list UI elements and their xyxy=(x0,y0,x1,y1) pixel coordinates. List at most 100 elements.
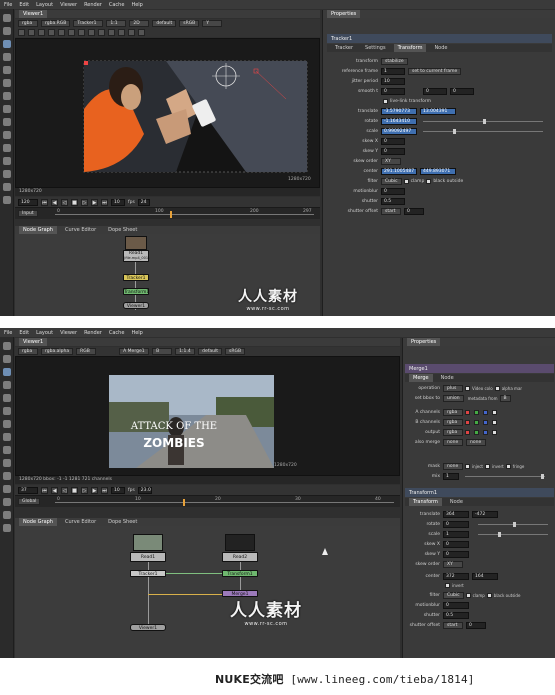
other-tool-icon[interactable] xyxy=(2,170,11,178)
time-tool-icon[interactable] xyxy=(2,40,11,48)
draw-tool-icon[interactable] xyxy=(2,355,11,363)
tab-node[interactable]: Node xyxy=(446,498,467,506)
color-tool-icon[interactable] xyxy=(2,66,11,74)
display-mode-dropdown[interactable]: RGB xyxy=(76,348,97,355)
first-frame-button[interactable]: ⏮ xyxy=(41,486,48,494)
tab-node[interactable]: Node xyxy=(430,44,451,52)
skew-order-dropdown[interactable]: XY xyxy=(443,561,463,568)
keyframe-delete-button[interactable] xyxy=(88,29,95,36)
transform-node[interactable]: Transform1 xyxy=(222,570,258,577)
clamp-checkbox[interactable] xyxy=(403,179,409,184)
center-x-field[interactable]: 291.1005487 xyxy=(381,168,417,175)
skew-x-field[interactable]: 0 xyxy=(381,138,405,145)
menu-layout[interactable]: Layout xyxy=(36,330,53,336)
track-back-button[interactable] xyxy=(18,29,25,36)
also-merge-dropdown[interactable]: none xyxy=(443,439,463,446)
image-tool-icon[interactable] xyxy=(2,14,11,22)
prev-key-button[interactable]: ◀ xyxy=(51,486,58,494)
furnace-tool-icon[interactable] xyxy=(2,511,11,519)
increment-field[interactable]: 10 xyxy=(111,198,125,206)
translate-x-field[interactable]: 364 xyxy=(443,511,469,518)
black-outside-checkbox[interactable] xyxy=(486,593,492,598)
lut-dropdown[interactable]: default xyxy=(152,20,177,27)
image-tool-icon[interactable] xyxy=(2,342,11,350)
track-next-button[interactable] xyxy=(48,29,55,36)
3d-tool-icon[interactable] xyxy=(2,459,11,467)
colorspace-dropdown[interactable]: sRGB xyxy=(179,20,200,27)
metadata-tool-icon[interactable] xyxy=(2,157,11,165)
clear-fwd-button[interactable] xyxy=(98,29,105,36)
playhead[interactable] xyxy=(183,499,185,506)
tracker-node[interactable]: Tracker1 xyxy=(130,570,166,577)
time-tool-icon[interactable] xyxy=(2,368,11,376)
particles-tool-icon[interactable] xyxy=(2,196,11,204)
out-blue-checkbox[interactable] xyxy=(483,430,488,435)
menu-layout[interactable]: Layout xyxy=(36,2,53,8)
transform-tool-icon[interactable] xyxy=(2,118,11,126)
clamp-checkbox[interactable] xyxy=(465,593,471,598)
play-forward-button[interactable]: ▷ xyxy=(81,198,88,206)
track-forward-button[interactable] xyxy=(58,29,65,36)
tab-curve-editor[interactable]: Curve Editor xyxy=(61,226,100,234)
filter-tool-icon[interactable] xyxy=(2,407,11,415)
views-tool-icon[interactable] xyxy=(2,472,11,480)
tab-transform[interactable]: Transform xyxy=(409,498,442,506)
skew-order-dropdown[interactable]: XY xyxy=(381,158,401,165)
tab-transform[interactable]: Transform xyxy=(393,44,427,52)
tracker-node[interactable]: Tracker1 xyxy=(123,274,149,281)
fringe-checkbox[interactable] xyxy=(505,464,511,469)
channel-tool-icon[interactable] xyxy=(2,53,11,61)
a-input-dropdown[interactable]: A Merge1 xyxy=(119,348,150,355)
track-prev-button[interactable] xyxy=(28,29,35,36)
tab-node[interactable]: Node xyxy=(437,374,458,382)
scale-slider[interactable] xyxy=(423,129,543,134)
footer-link[interactable]: [www.lineeg.com/tieba/1814] xyxy=(290,673,474,686)
scale-slider[interactable] xyxy=(478,532,548,537)
timeline[interactable]: Global 0 10 20 30 40 xyxy=(15,495,400,507)
play-forward-button[interactable]: ▷ xyxy=(81,486,88,494)
tab-settings[interactable]: Settings xyxy=(361,44,390,52)
also-merge-2-dropdown[interactable]: none xyxy=(466,439,486,446)
viewer-canvas[interactable]: 1280x720 xyxy=(15,38,320,188)
b-blue-checkbox[interactable] xyxy=(483,420,488,425)
alpha-masking-checkbox[interactable] xyxy=(494,386,500,391)
menu-render[interactable]: Render xyxy=(84,2,102,8)
rotate-slider[interactable] xyxy=(478,522,548,527)
shutter-offset-field[interactable]: 0 xyxy=(466,622,486,629)
first-frame-button[interactable]: ⏮ xyxy=(41,198,48,206)
track-stop-button[interactable] xyxy=(38,29,45,36)
keyer-tool-icon[interactable] xyxy=(2,92,11,100)
menu-render[interactable]: Render xyxy=(84,330,102,336)
viewer-node[interactable]: Viewer1 xyxy=(130,624,166,631)
b-channels-dropdown[interactable]: rgba xyxy=(443,419,463,426)
tab-node-graph[interactable]: Node Graph xyxy=(19,518,57,526)
metadata-tool-icon[interactable] xyxy=(2,485,11,493)
a-alpha-checkbox[interactable] xyxy=(492,410,497,415)
next-key-button[interactable]: ▶ xyxy=(91,198,98,206)
tab-tracker[interactable]: Tracker xyxy=(331,44,357,52)
3d-tool-icon[interactable] xyxy=(2,131,11,139)
out-alpha-checkbox[interactable] xyxy=(492,430,497,435)
mask-dropdown[interactable]: none xyxy=(443,463,463,470)
rotate-slider[interactable] xyxy=(423,119,543,124)
a-green-checkbox[interactable] xyxy=(474,410,479,415)
merge-tool-icon[interactable] xyxy=(2,105,11,113)
live-link-checkbox[interactable] xyxy=(383,99,388,104)
center-x-field[interactable]: 372 xyxy=(443,573,469,580)
smooth-t-field[interactable]: 0 xyxy=(381,88,405,95)
keyframe-add-button[interactable] xyxy=(78,29,85,36)
play-back-button[interactable]: ◁ xyxy=(61,198,68,206)
aspect-dropdown[interactable]: Y xyxy=(202,20,223,27)
a-red-checkbox[interactable] xyxy=(465,410,470,415)
play-back-button[interactable]: ◁ xyxy=(61,486,68,494)
frame-field[interactable]: 120 xyxy=(18,198,38,206)
menu-help[interactable]: Help xyxy=(131,2,142,8)
lut-dropdown[interactable]: default xyxy=(198,348,222,355)
last-frame-button[interactable]: ⏭ xyxy=(101,486,108,494)
skew-y-field[interactable]: 0 xyxy=(443,551,469,558)
motionblur-field[interactable]: 0 xyxy=(381,188,405,195)
motionblur-field[interactable]: 0 xyxy=(443,602,469,609)
menu-file[interactable]: File xyxy=(4,2,12,8)
video-colors-checkbox[interactable] xyxy=(465,386,470,391)
smooth-s-field[interactable]: 0 xyxy=(450,88,474,95)
